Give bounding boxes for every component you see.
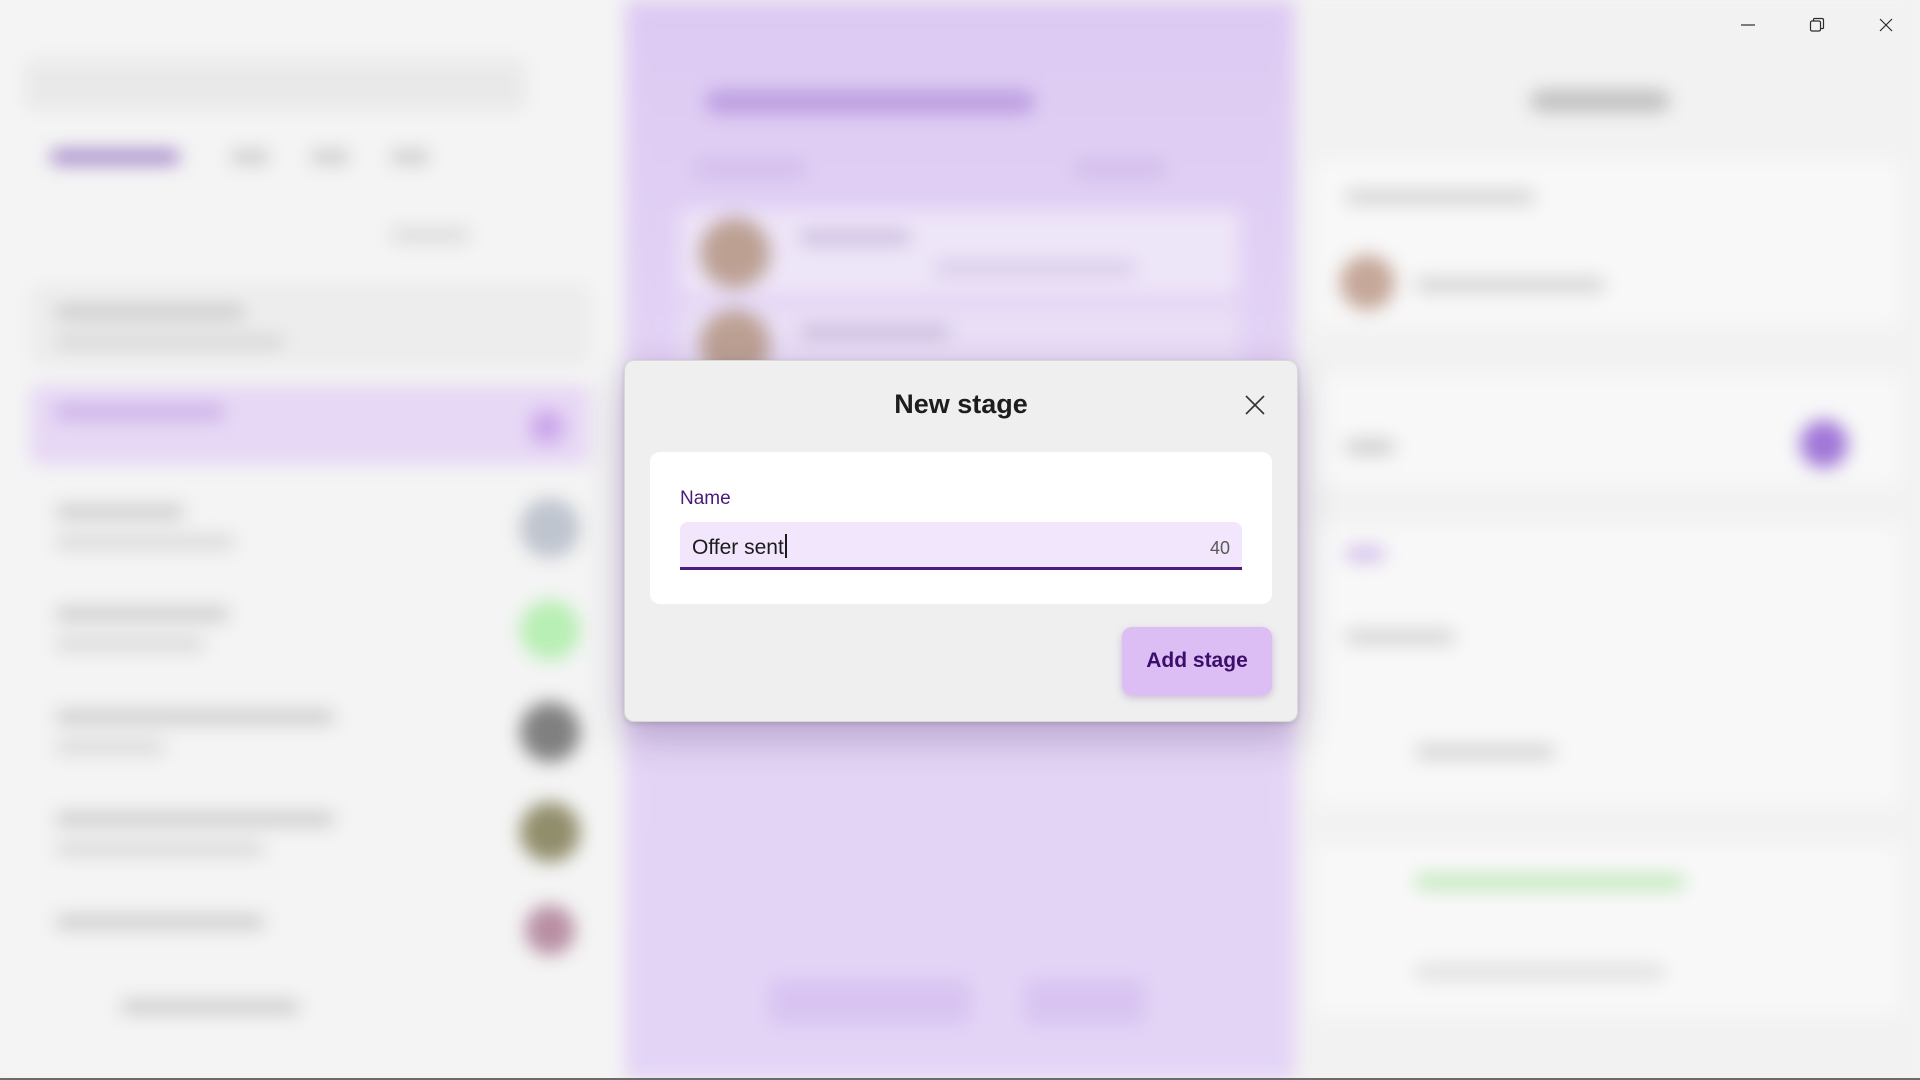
name-input-value: Offer sent xyxy=(692,536,784,559)
text-caret xyxy=(784,534,787,558)
add-stage-button[interactable]: Add stage xyxy=(1122,627,1272,695)
name-field-card: Name Offer sent 40 xyxy=(650,452,1272,604)
char-counter: 40 xyxy=(1209,538,1230,558)
name-field-label: Name xyxy=(680,488,731,509)
close-icon xyxy=(1245,395,1265,415)
new-stage-dialog: New stage Name Offer sent 40 Add stage xyxy=(624,360,1298,722)
dialog-title: New stage xyxy=(894,389,1028,419)
dialog-close-button[interactable] xyxy=(1239,389,1271,421)
name-input[interactable]: Offer sent 40 xyxy=(680,522,1242,570)
